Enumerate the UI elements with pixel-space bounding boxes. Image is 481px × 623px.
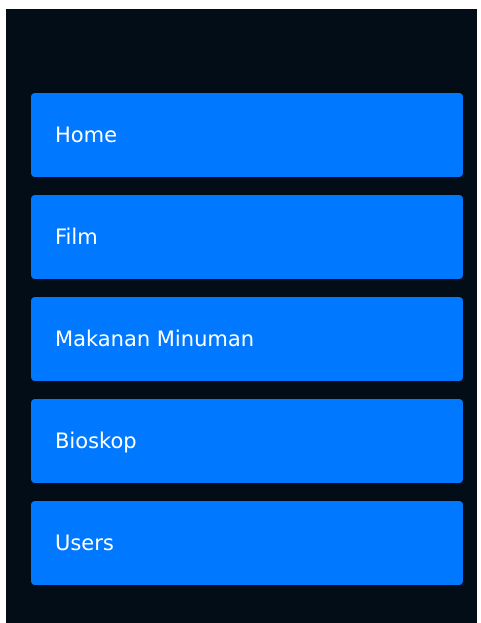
sidebar-item-film[interactable]: Film (31, 195, 463, 279)
sidebar: Home Film Makanan Minuman Bioskop Users (6, 9, 477, 623)
sidebar-item-label: Film (55, 224, 98, 249)
sidebar-item-label: Makanan Minuman (55, 326, 255, 351)
nav-list: Home Film Makanan Minuman Bioskop Users (31, 93, 463, 585)
sidebar-item-label: Bioskop (55, 428, 137, 453)
sidebar-item-users[interactable]: Users (31, 501, 463, 585)
sidebar-item-label: Home (55, 122, 118, 147)
sidebar-item-bioskop[interactable]: Bioskop (31, 399, 463, 483)
sidebar-item-makanan-minuman[interactable]: Makanan Minuman (31, 297, 463, 381)
sidebar-item-home[interactable]: Home (31, 93, 463, 177)
sidebar-item-label: Users (55, 530, 114, 555)
